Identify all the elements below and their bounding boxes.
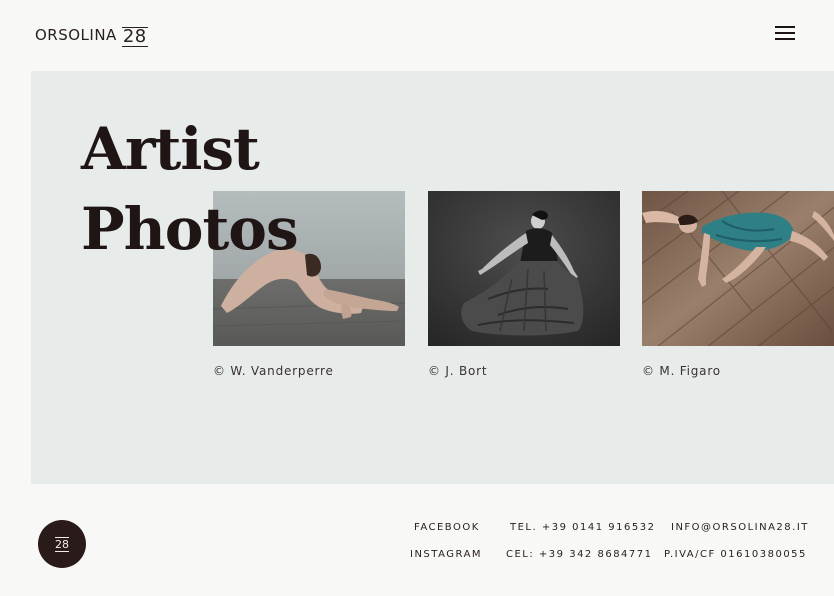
logo-text: ORSOLINA <box>35 26 117 44</box>
site-logo[interactable]: ORSOLINA 28 <box>35 25 148 47</box>
title-line-2: Photos <box>81 195 299 263</box>
title-line-1: Artist <box>81 115 260 183</box>
menu-line <box>775 38 795 40</box>
menu-line <box>775 32 795 34</box>
instagram-link[interactable]: INSTAGRAM <box>410 549 482 560</box>
telephone-link[interactable]: TEL. +39 0141 916532 <box>510 522 655 533</box>
logo-number: 28 <box>121 26 148 47</box>
email-link[interactable]: INFO@ORSOLINA28.IT <box>671 522 809 533</box>
photo-credit: © W. Vanderperre <box>213 364 334 378</box>
hamburger-menu-icon[interactable] <box>773 24 797 42</box>
vat-number: P.IVA/CF 01610380055 <box>664 549 807 560</box>
photo-credit: © M. Figaro <box>642 364 721 378</box>
photo-image <box>642 191 834 346</box>
menu-line <box>775 26 795 28</box>
page-title: Artist Photos <box>81 109 299 269</box>
facebook-link[interactable]: FACEBOOK <box>414 522 480 533</box>
cellphone-link[interactable]: CEL: +39 342 8684771 <box>506 549 653 560</box>
artist-photo-bort[interactable] <box>428 191 620 346</box>
artist-photo-figaro[interactable] <box>642 191 834 346</box>
badge-number: 28 <box>55 536 69 552</box>
photo-credit: © J. Bort <box>428 364 488 378</box>
footer-logo-badge[interactable]: 28 <box>38 520 86 568</box>
photo-image <box>428 191 620 346</box>
